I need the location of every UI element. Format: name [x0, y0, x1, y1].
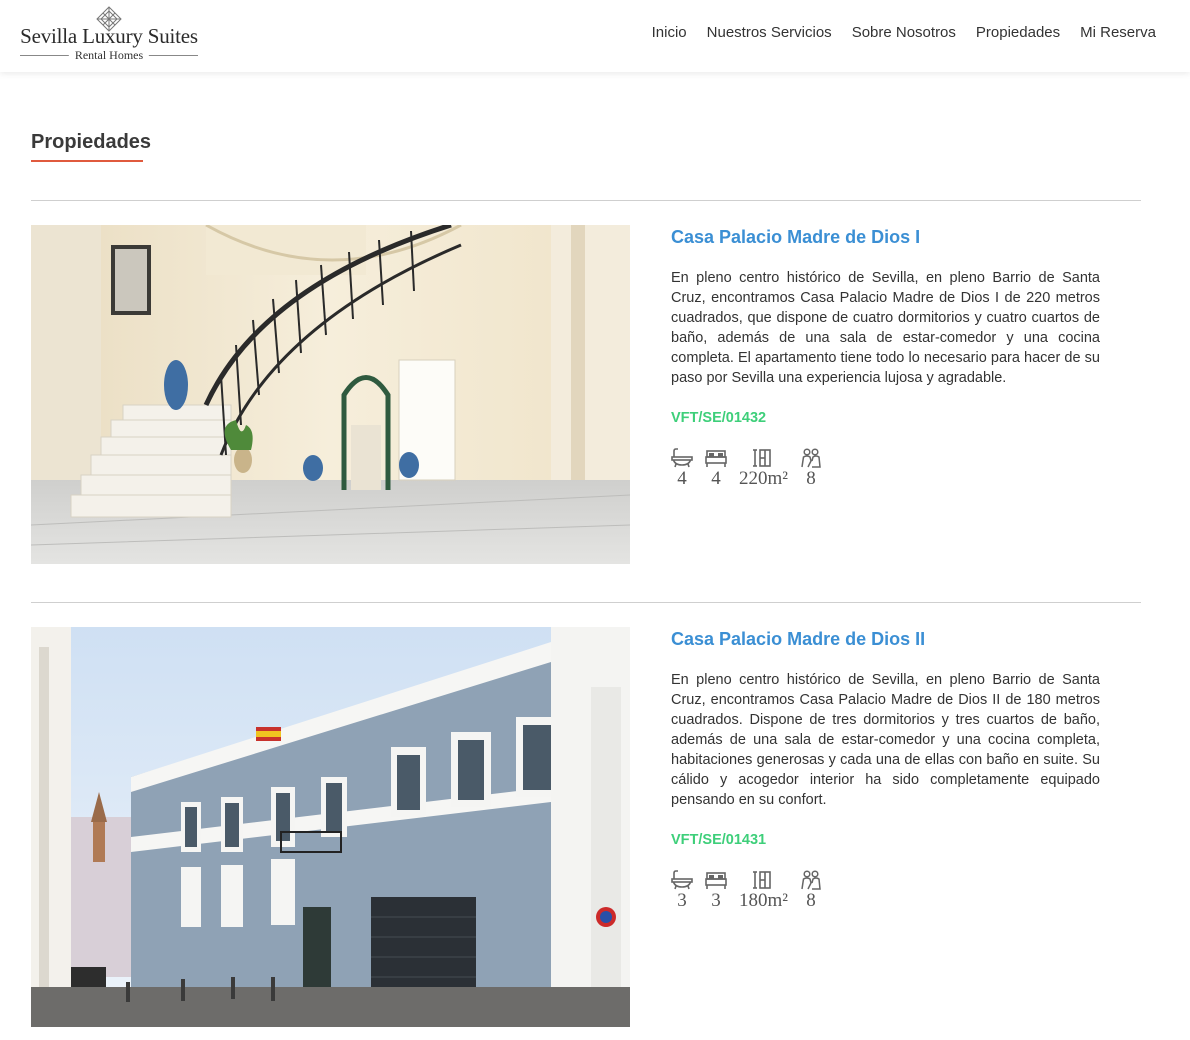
feature-beds: 4 — [705, 448, 727, 490]
area-icon — [753, 871, 772, 889]
area-value: 180m² — [739, 890, 788, 911]
feature-area: 180m² — [739, 870, 788, 912]
property-features: 3 3 180m² 8 — [671, 870, 1100, 912]
nav-sobre-nosotros[interactable]: Sobre Nosotros — [852, 24, 956, 41]
baths-count: 4 — [677, 468, 687, 489]
area-icon — [753, 449, 772, 467]
guests-icon — [801, 870, 821, 890]
nav-propiedades[interactable]: Propiedades — [976, 24, 1060, 41]
feature-baths: 3 — [671, 870, 693, 912]
property-title[interactable]: Casa Palacio Madre de Dios I — [671, 226, 1100, 248]
beds-count: 3 — [711, 890, 721, 911]
divider — [31, 200, 1141, 201]
facade-photo — [31, 627, 630, 1027]
nav-mi-reserva[interactable]: Mi Reserva — [1080, 24, 1156, 41]
site-logo[interactable]: Sevilla Luxury Suites Rental Homes — [16, 6, 202, 64]
guests-icon — [801, 448, 821, 468]
license-code: VFT/SE/01432 — [671, 410, 767, 426]
site-header: Sevilla Luxury Suites Rental Homes Inici… — [0, 0, 1190, 72]
area-value: 220m² — [739, 468, 788, 489]
feature-guests: 8 — [800, 870, 822, 912]
property-features: 4 4 220m² 8 — [671, 448, 1100, 490]
baths-count: 3 — [677, 890, 687, 911]
bed-icon — [705, 872, 727, 889]
divider — [31, 602, 1141, 603]
logo-subtitle: Rental Homes — [68, 48, 150, 63]
main-nav: Inicio Nuestros Servicios Sobre Nosotros… — [652, 24, 1156, 41]
property-description: En pleno centro histórico de Sevilla, en… — [671, 270, 1100, 386]
guests-count: 8 — [806, 468, 816, 489]
property-card-1: Casa Palacio Madre de Dios I En pleno ce… — [671, 226, 1100, 490]
nav-servicios[interactable]: Nuestros Servicios — [707, 24, 832, 41]
bathtub-icon — [671, 448, 693, 468]
beds-count: 4 — [711, 468, 721, 489]
feature-area: 220m² — [739, 448, 788, 490]
staircase-photo — [31, 225, 630, 564]
license-code: VFT/SE/01431 — [671, 832, 767, 848]
nav-inicio[interactable]: Inicio — [652, 24, 687, 41]
bathtub-icon — [671, 870, 693, 890]
property-description: En pleno centro histórico de Sevilla, en… — [671, 672, 1100, 808]
feature-guests: 8 — [800, 448, 822, 490]
bed-icon — [705, 450, 727, 467]
property-card-2: Casa Palacio Madre de Dios II En pleno c… — [671, 628, 1100, 912]
property-photo-staircase[interactable] — [31, 225, 630, 564]
title-underline — [31, 160, 143, 162]
feature-baths: 4 — [671, 448, 693, 490]
property-title[interactable]: Casa Palacio Madre de Dios II — [671, 628, 1100, 650]
guests-count: 8 — [806, 890, 816, 911]
page-title: Propiedades — [31, 131, 152, 153]
logo-title: Sevilla Luxury Suites — [20, 24, 198, 48]
property-photo-facade[interactable] — [31, 627, 630, 1027]
feature-beds: 3 — [705, 870, 727, 912]
